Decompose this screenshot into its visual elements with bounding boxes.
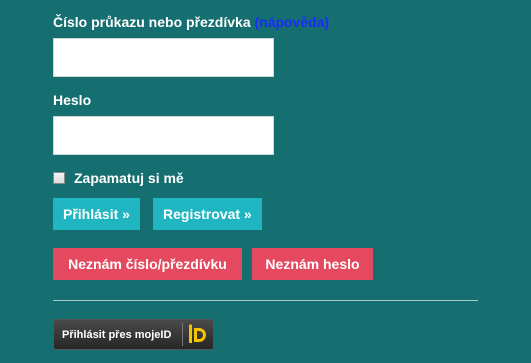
card-number-label: Číslo průkazu nebo přezdívka (nápověda) [53, 14, 329, 30]
mojeid-login-button[interactable]: Přihlásit přes mojeID [53, 319, 214, 350]
register-button[interactable]: Registrovat » [153, 198, 262, 230]
login-button[interactable]: Přihlásit » [53, 198, 140, 230]
remember-me-label[interactable]: Zapamatuj si mě [74, 170, 184, 186]
forgot-card-button[interactable]: Neznám číslo/přezdívku [53, 248, 242, 280]
card-number-input[interactable] [53, 38, 274, 77]
remember-me: Zapamatuj si mě [53, 170, 184, 186]
card-number-label-text: Číslo průkazu nebo přezdívka [53, 14, 251, 30]
mojeid-logo-icon [182, 323, 206, 346]
divider [53, 300, 478, 301]
password-input[interactable] [53, 116, 274, 155]
mojeid-login-label: Přihlásit přes mojeID [62, 328, 172, 341]
password-label: Heslo [53, 92, 92, 108]
remember-me-checkbox[interactable] [53, 172, 65, 184]
forgot-password-button[interactable]: Neznám heslo [252, 248, 373, 280]
help-link[interactable]: (nápověda) [255, 14, 330, 30]
